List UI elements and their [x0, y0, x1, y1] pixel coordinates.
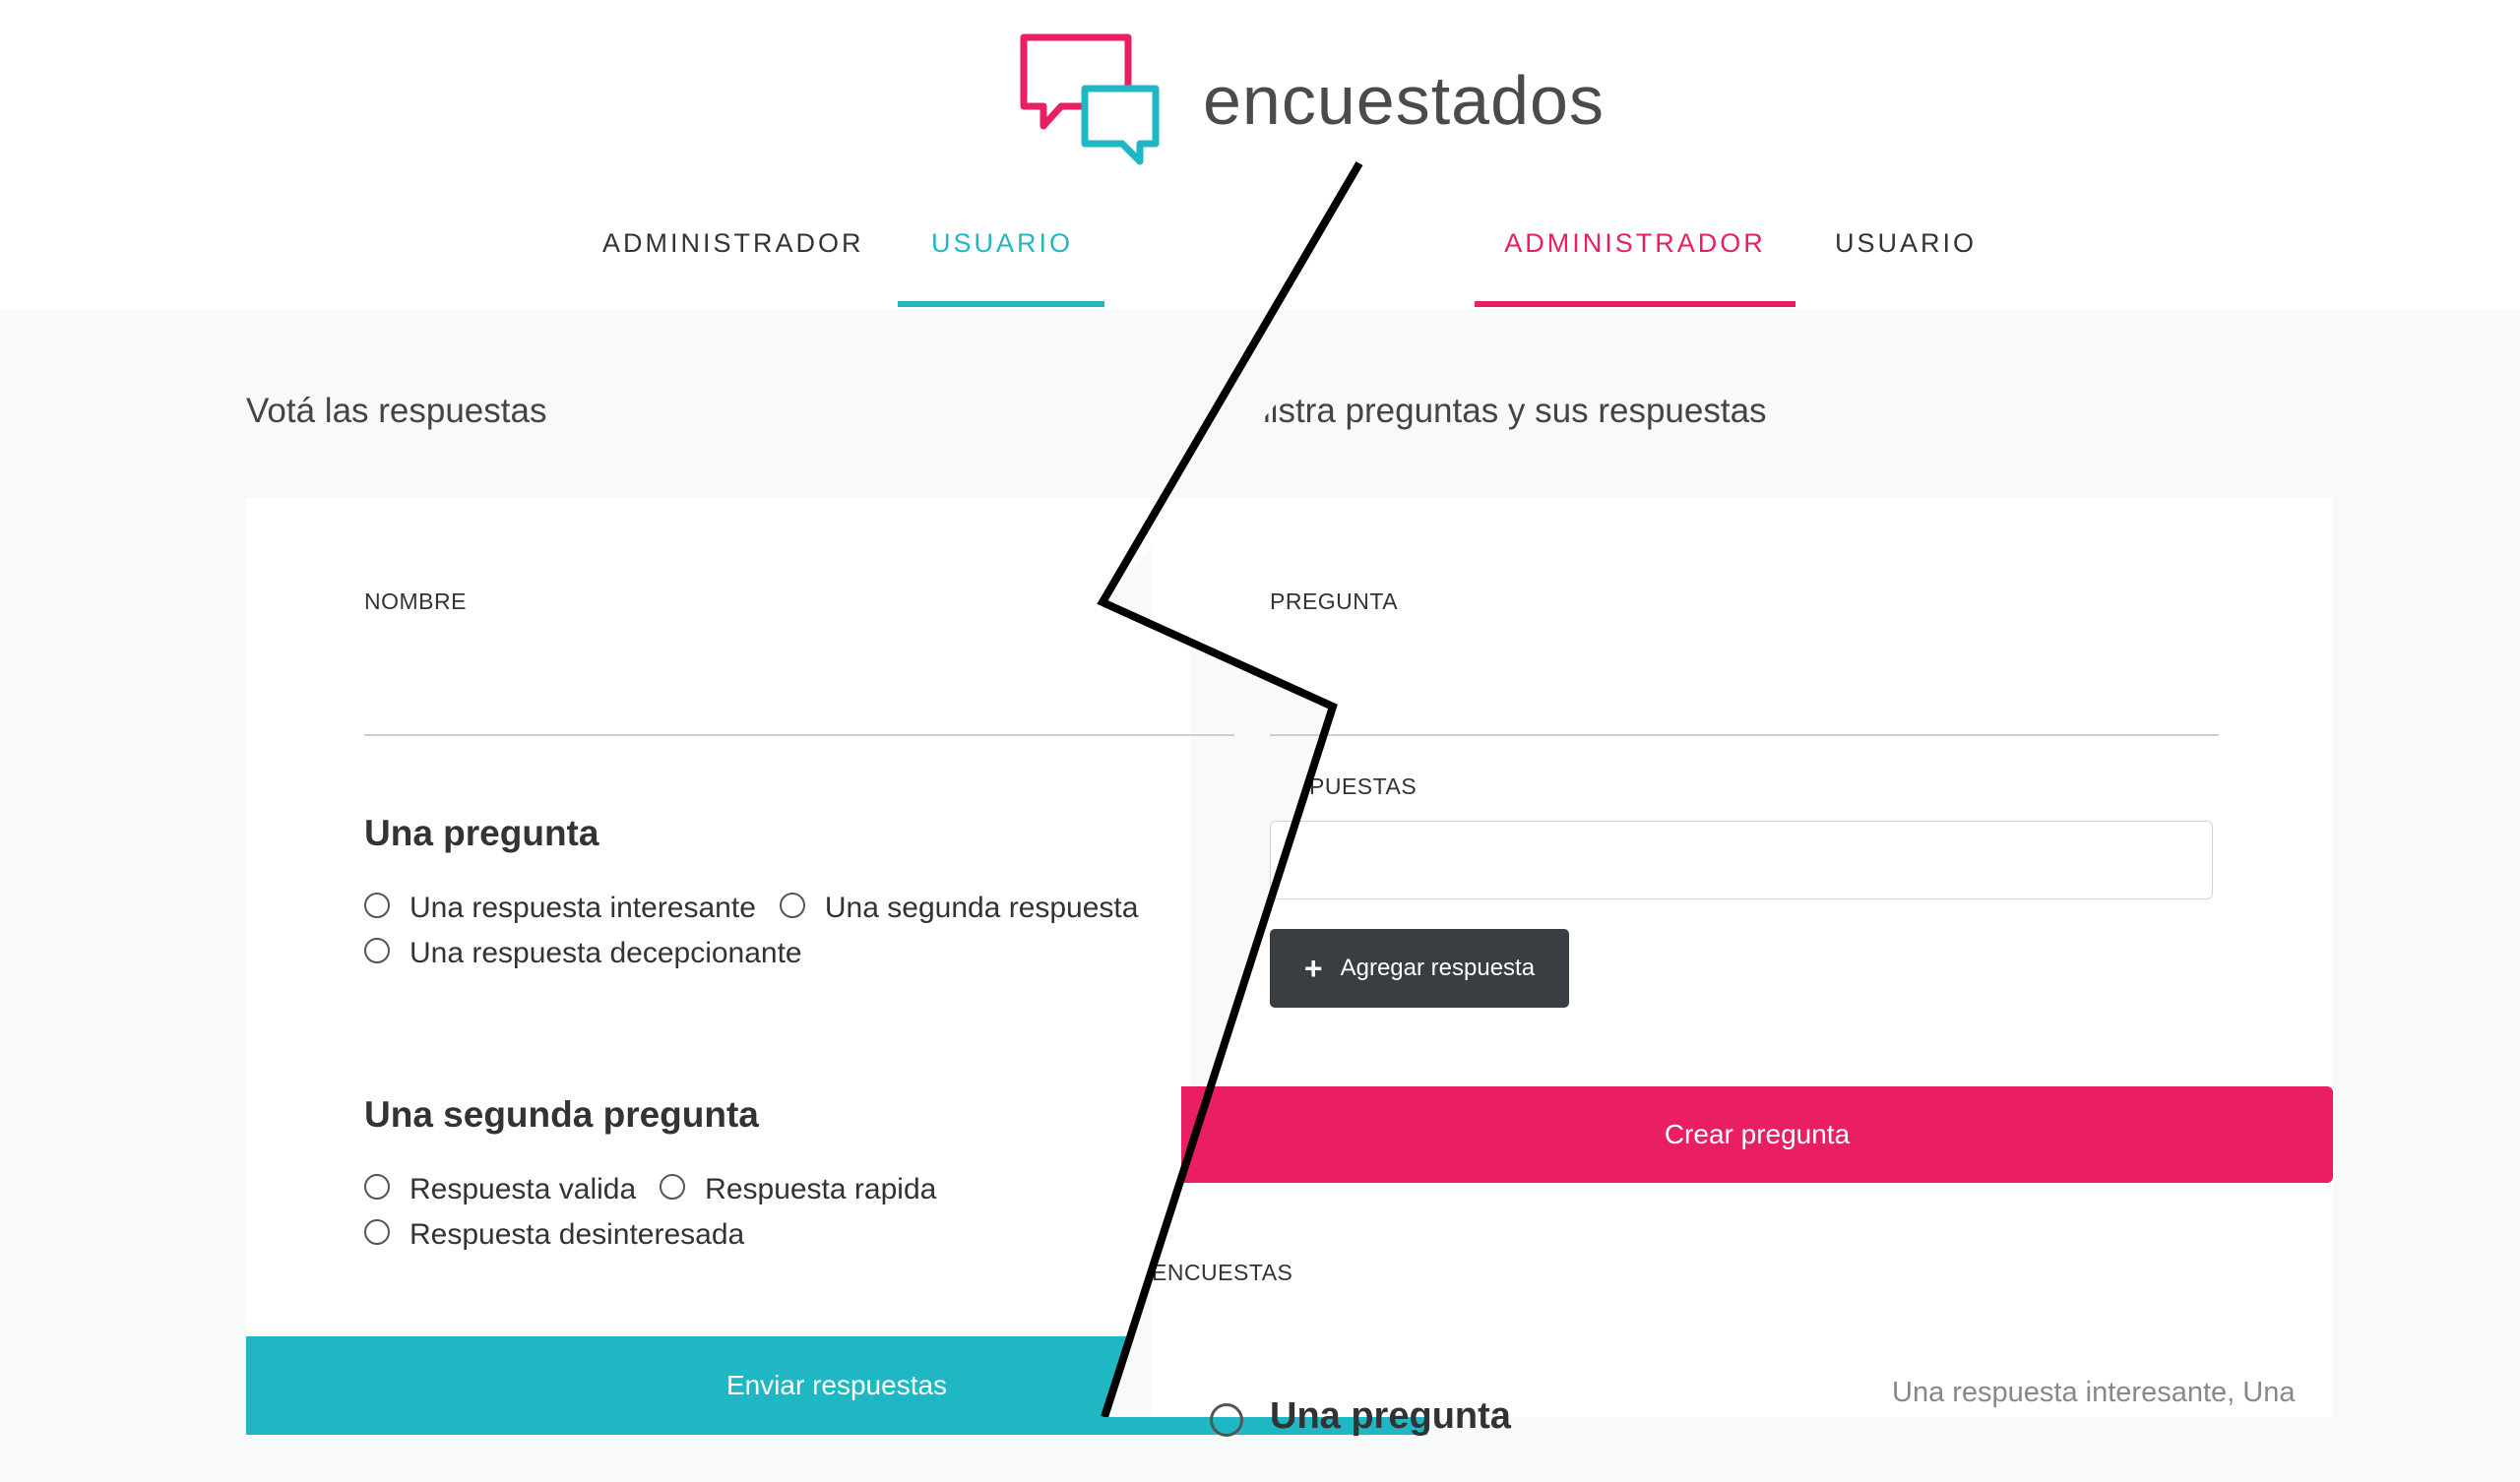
answer-label: Una segunda respuesta [824, 892, 1139, 924]
answers-label: PUESTAS [1309, 773, 1418, 799]
radio-button[interactable] [364, 938, 390, 963]
add-answer-label: Agregar respuesta [1340, 955, 1536, 981]
answer-option[interactable]: Una segunda respuesta [779, 886, 1139, 931]
brand-name: encuestados [1203, 62, 1605, 139]
plus-icon: + [1303, 951, 1323, 986]
tab-administrador-right[interactable]: ADMINISTRADOR [1475, 228, 1796, 259]
polls-label: ENCUESTAS [1152, 1260, 1293, 1285]
poll-answers-summary: Una respuesta interesante, Una [1892, 1377, 2296, 1408]
answer-label: Respuesta desinteresada [410, 1218, 745, 1251]
answer-label: Respuesta valida [410, 1173, 637, 1205]
tab-usuario-right[interactable]: USUARIO [1825, 228, 1986, 259]
radio-button[interactable] [364, 1174, 390, 1200]
answer-option[interactable]: Una respuesta decepcionante [364, 931, 802, 976]
chat-bubbles-icon [1020, 33, 1160, 165]
question-title: Una segunda pregunta [364, 1094, 759, 1135]
radio-button[interactable] [364, 893, 390, 918]
answer-input[interactable] [1270, 821, 2213, 899]
radio-button[interactable] [364, 1219, 390, 1245]
create-question-button[interactable]: Crear pregunta [1181, 1086, 2333, 1183]
answer-option[interactable]: Respuesta valida [364, 1167, 636, 1212]
name-input[interactable] [364, 669, 1234, 736]
tab-usuario[interactable]: USUARIO [898, 228, 1106, 259]
page-title-user: Votá las respuestas [246, 392, 547, 430]
poll-select-radio[interactable] [1210, 1403, 1243, 1437]
answer-option[interactable]: Respuesta rapida [660, 1167, 936, 1212]
question-title: Una pregunta [364, 813, 599, 853]
header-bar: encuestados ADMINISTRADOR USUARIO ADMINI… [0, 0, 2520, 309]
tab-administrador-active-indicator [1475, 301, 1796, 307]
radio-button[interactable] [779, 893, 805, 918]
tab-administrador[interactable]: ADMINISTRADOR [602, 228, 861, 259]
answer-group: Una respuesta interesante Una segunda res… [364, 886, 1270, 976]
answer-label: Una respuesta decepcionante [410, 937, 802, 969]
answer-label: Respuesta rapida [705, 1173, 937, 1205]
answer-option[interactable]: Una respuesta interesante [364, 886, 756, 931]
answer-label: Una respuesta interesante [410, 892, 756, 924]
answer-option[interactable]: Respuesta desinteresada [364, 1212, 744, 1258]
answer-group: Respuesta valida Respuesta rapida Respuest… [364, 1167, 1270, 1258]
radio-button[interactable] [660, 1174, 686, 1200]
tab-usuario-active-indicator [898, 301, 1104, 307]
question-label: PREGUNTA [1270, 588, 1399, 614]
add-answer-button[interactable]: + Agregar respuesta [1270, 929, 1569, 1008]
page-title-admin: ega y administra preguntas y sus respues… [1083, 392, 1767, 430]
question-input[interactable] [1270, 669, 2219, 736]
name-label: NOMBRE [364, 588, 467, 614]
